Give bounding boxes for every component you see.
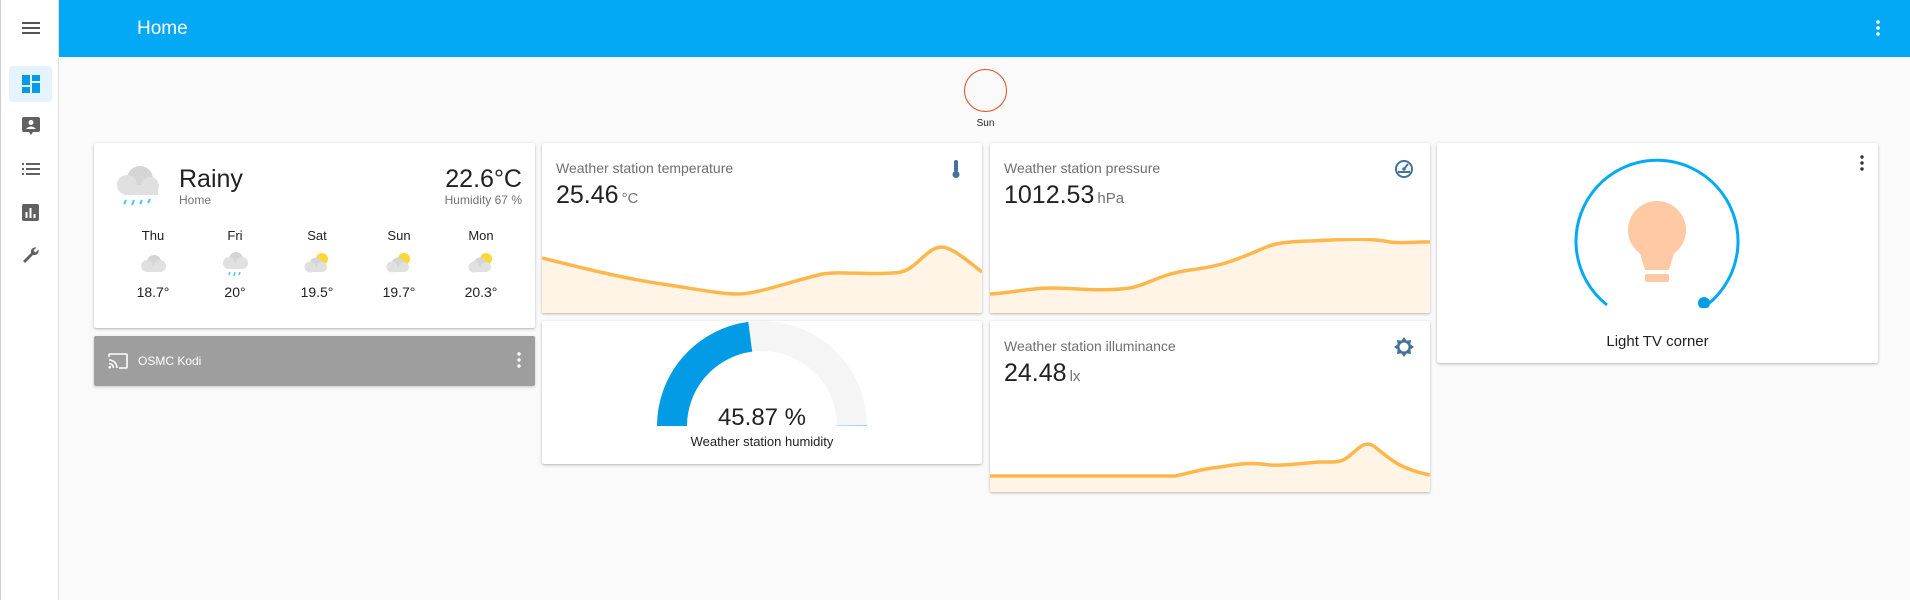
partly-cloudy-icon <box>468 253 492 273</box>
media-player-menu-button[interactable] <box>517 352 521 373</box>
light-name: Light TV corner <box>1606 333 1709 350</box>
sun-badge-label: Sun <box>976 118 995 129</box>
page-title: Home <box>137 18 188 39</box>
media-player-card[interactable]: OSMC Kodi <box>94 336 535 386</box>
temperature-sparkline <box>542 245 982 313</box>
sensor-unit: °C <box>621 190 639 207</box>
list-icon <box>21 163 40 175</box>
light-menu-button[interactable] <box>1860 155 1864 176</box>
sensor-unit: lx <box>1069 368 1081 385</box>
more-vertical-icon <box>1860 155 1864 171</box>
moon-icon <box>982 83 990 98</box>
sensor-name: Weather station illuminance <box>1004 338 1176 354</box>
sidebar-item-history[interactable] <box>9 194 52 230</box>
forecast-day-name: Sat <box>307 228 327 243</box>
partly-cloudy-icon <box>386 253 410 273</box>
partly-cloudy-icon <box>304 253 328 273</box>
weather-card[interactable]: Rainy Home 22.6°C Humidity 67 % Thu 18.7… <box>94 143 535 328</box>
sensor-value: 25.46 °C <box>556 181 638 210</box>
illuminance-sensor-card[interactable]: Weather station illuminance 24.48 lx <box>990 321 1430 492</box>
sidebar-item-map[interactable] <box>9 108 52 144</box>
sidebar-item-overview[interactable] <box>9 66 52 102</box>
forecast: Thu 18.7° Fri 20° Sat 19.5° Sun 19.7° Mo… <box>112 228 522 300</box>
light-card[interactable]: Light TV corner <box>1437 143 1878 363</box>
brightness-icon <box>1394 337 1414 357</box>
sensor-icon <box>944 157 968 181</box>
temperature-sensor-card[interactable]: Weather station temperature 25.46 °C <box>542 143 982 313</box>
pressure-sensor-card[interactable]: Weather station pressure 1012.53 hPa <box>990 143 1430 313</box>
forecast-temp: 19.7° <box>382 284 416 300</box>
weather-humidity: Humidity 67 % <box>444 193 522 207</box>
cloudy-icon <box>141 255 166 272</box>
rainy-icon <box>117 166 159 206</box>
forecast-day: Thu 18.7° <box>112 228 194 300</box>
weather-location: Home <box>179 193 212 207</box>
sensor-value: 1012.53 hPa <box>1004 181 1124 210</box>
sidebar <box>0 0 59 600</box>
sensor-name: Weather station pressure <box>1004 160 1161 176</box>
sensor-value: 24.48 lx <box>1004 359 1080 388</box>
sensor-name: Weather station temperature <box>556 160 734 176</box>
sensor-icon <box>1392 335 1416 359</box>
menu-icon <box>22 22 40 34</box>
sun-badge[interactable] <box>964 69 1007 112</box>
gauge-name: Weather station humidity <box>690 434 834 449</box>
chart-icon <box>22 203 39 221</box>
sensor-unit: hPa <box>1097 190 1125 207</box>
rainy-icon <box>223 252 248 277</box>
more-vertical-icon <box>517 352 521 368</box>
pressure-sparkline <box>990 238 1430 313</box>
menu-button[interactable] <box>11 10 51 46</box>
account-box-icon <box>21 117 40 135</box>
forecast-day-name: Sun <box>387 228 411 243</box>
forecast-temp: 20.3° <box>464 284 498 300</box>
forecast-temp: 19.5° <box>300 284 334 300</box>
forecast-day-name: Fri <box>227 228 243 243</box>
media-player-name: OSMC Kodi <box>138 354 202 368</box>
gauge-value: 45.87 % <box>717 404 807 431</box>
forecast-temp: 20° <box>224 284 246 300</box>
weather-condition: Rainy <box>179 165 243 193</box>
forecast-day: Mon 20.3° <box>440 228 522 300</box>
sidebar-item-developer-tools[interactable] <box>9 237 52 273</box>
header-menu-button[interactable] <box>1868 18 1888 38</box>
brightness-slider-handle <box>1698 297 1710 308</box>
sidebar-item-logbook[interactable] <box>9 151 52 187</box>
forecast-day: Sat 19.5° <box>276 228 358 300</box>
gauge-icon <box>1395 160 1413 178</box>
forecast-temp: 18.7° <box>136 284 170 300</box>
sensor-value-number: 24.48 <box>1004 359 1067 387</box>
sensor-value-number: 1012.53 <box>1004 181 1095 209</box>
sensor-icon <box>1392 157 1416 181</box>
forecast-day-name: Mon <box>468 228 494 243</box>
wrench-icon <box>22 247 39 263</box>
illuminance-sparkline <box>990 442 1430 492</box>
lightbulb-icon <box>1628 201 1686 282</box>
forecast-day: Fri 20° <box>194 228 276 300</box>
cast-icon <box>108 353 128 369</box>
thermometer-icon <box>952 160 960 178</box>
dashboard-icon <box>21 75 40 93</box>
forecast-day: Sun 19.7° <box>358 228 440 300</box>
sensor-value-number: 25.46 <box>556 181 619 209</box>
more-vertical-icon <box>1876 20 1880 36</box>
app-header: Home <box>59 0 1910 57</box>
weather-temperature: 22.6°C <box>445 165 522 193</box>
forecast-day-name: Thu <box>141 228 165 243</box>
humidity-gauge-card[interactable]: 45.87 % Weather station humidity <box>542 321 982 464</box>
